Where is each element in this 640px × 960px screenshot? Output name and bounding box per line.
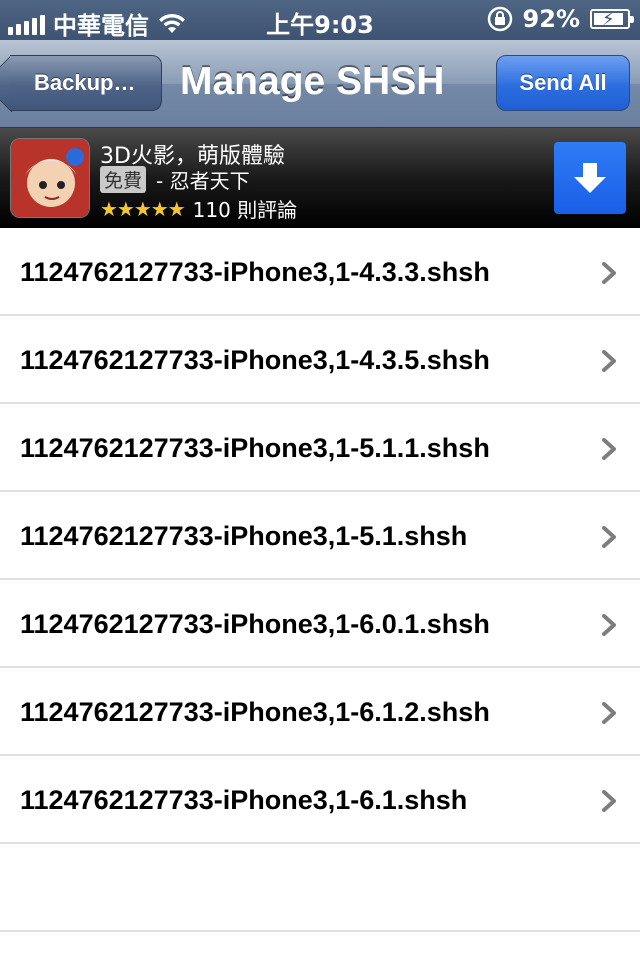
file-name-label: 1124762127733-iPhone3,1-5.1.shsh — [20, 521, 468, 551]
list-item[interactable]: 1124762127733-iPhone3,1-6.0.1.shsh — [0, 580, 640, 668]
battery-charging-icon: ⚡ — [590, 9, 634, 30]
app-icon[interactable] — [10, 138, 90, 218]
list-item[interactable]: 1124762127733-iPhone3,1-6.1.2.shsh — [0, 668, 640, 756]
chevron-right-icon — [602, 790, 616, 812]
chevron-right-icon — [602, 614, 616, 636]
empty-row — [0, 844, 640, 932]
signal-bars-icon — [8, 13, 45, 35]
ad-rating-row: ★★★★★ 110 則評論 — [100, 194, 297, 223]
rating-stars: ★★★★★ — [100, 196, 186, 221]
list-item[interactable]: 1124762127733-iPhone3,1-4.3.5.shsh — [0, 316, 640, 404]
chevron-right-icon — [602, 438, 616, 460]
chevron-right-icon — [602, 702, 616, 724]
download-button[interactable] — [554, 142, 626, 214]
list-item[interactable]: 1124762127733-iPhone3,1-6.1.shsh — [0, 756, 640, 844]
send-all-button[interactable]: Send All — [496, 55, 630, 111]
list-item[interactable]: 1124762127733-iPhone3,1-4.3.3.shsh — [0, 228, 640, 316]
shsh-file-list: 1124762127733-iPhone3,1-4.3.3.shsh 112476… — [0, 228, 640, 932]
ad-subtitle-row: 免費 - 忍者天下 — [100, 165, 250, 194]
status-left: 中華電信 — [8, 6, 187, 41]
ad-banner[interactable]: 3D火影，萌版體驗 免費 - 忍者天下 ★★★★★ 110 則評論 — [0, 128, 640, 228]
carrier-name: 中華電信 — [53, 12, 149, 40]
file-name-label: 1124762127733-iPhone3,1-6.0.1.shsh — [20, 609, 490, 639]
list-item[interactable]: 1124762127733-iPhone3,1-5.1.shsh — [0, 492, 640, 580]
status-bar: 中華電信 上午9:03 92% ⚡ — [0, 0, 640, 40]
ad-developer: - 忍者天下 — [156, 169, 250, 193]
file-name-label: 1124762127733-iPhone3,1-6.1.shsh — [20, 785, 468, 815]
price-badge: 免費 — [100, 166, 147, 193]
download-arrow-icon — [574, 163, 606, 193]
file-name-label: 1124762127733-iPhone3,1-6.1.2.shsh — [20, 697, 490, 727]
page-title: Manage SHSH — [180, 60, 445, 103]
rating-count: 110 則評論 — [192, 198, 298, 222]
wifi-icon — [159, 13, 185, 33]
list-item[interactable]: 1124762127733-iPhone3,1-5.1.1.shsh — [0, 404, 640, 492]
status-right: 92% ⚡ — [487, 5, 634, 33]
battery-percent: 92% — [522, 5, 580, 33]
chevron-right-icon — [602, 350, 616, 372]
file-name-label: 1124762127733-iPhone3,1-4.3.5.shsh — [20, 345, 490, 375]
file-name-label: 1124762127733-iPhone3,1-5.1.1.shsh — [20, 433, 490, 463]
send-all-label: Send All — [519, 70, 607, 95]
rotation-lock-icon — [487, 6, 512, 32]
back-button-label: Backup… — [34, 70, 136, 95]
file-name-label: 1124762127733-iPhone3,1-4.3.3.shsh — [20, 257, 490, 287]
navigation-bar: Backup… Manage SHSH Send All — [0, 40, 640, 128]
chevron-right-icon — [602, 526, 616, 548]
backup-back-button[interactable]: Backup… — [10, 55, 162, 111]
chevron-right-icon — [602, 262, 616, 284]
